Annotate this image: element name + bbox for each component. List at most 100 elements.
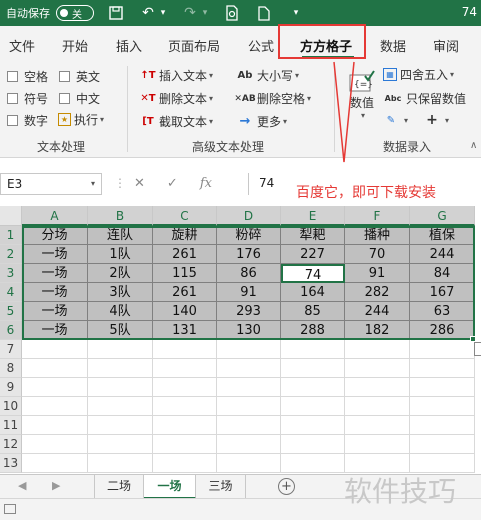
grid-cell[interactable]: [153, 454, 217, 473]
sheet-tab-2[interactable]: 二场: [94, 475, 144, 499]
checkbox-number[interactable]: 数字: [7, 112, 48, 129]
grid-cell[interactable]: 4队: [88, 302, 153, 321]
grid-cell[interactable]: [410, 340, 475, 359]
grid-cell[interactable]: 1队: [88, 245, 153, 264]
column-header-e[interactable]: E: [281, 206, 345, 226]
row-header[interactable]: 9: [0, 378, 22, 397]
new-file-icon[interactable]: [254, 3, 274, 23]
grid-cell[interactable]: [345, 340, 410, 359]
row-header[interactable]: 7: [0, 340, 22, 359]
row-header[interactable]: 2: [0, 245, 22, 264]
sheet-tab-1[interactable]: 一场: [144, 475, 196, 499]
column-header-g[interactable]: G: [410, 206, 475, 226]
add-sheet-icon[interactable]: +: [278, 478, 295, 495]
enter-icon[interactable]: ✓: [167, 176, 178, 191]
grid-cell[interactable]: 粉碎: [217, 226, 281, 245]
row-header[interactable]: 12: [0, 435, 22, 454]
grid-cell[interactable]: 115: [153, 264, 217, 283]
execute-button[interactable]: ★ 执行 ▾: [58, 111, 104, 128]
grid-cell[interactable]: 一场: [22, 302, 88, 321]
column-header-f[interactable]: F: [345, 206, 410, 226]
grid-cell[interactable]: 261: [153, 283, 217, 302]
grid-cell[interactable]: [88, 454, 153, 473]
grid-cell[interactable]: [217, 397, 281, 416]
extract-text-button[interactable]: [T 截取文本 ▾: [140, 113, 213, 130]
case-button[interactable]: Ab 大小写 ▾: [236, 67, 299, 84]
grid-cell[interactable]: 84: [410, 264, 475, 283]
tab-page-layout[interactable]: 页面布局: [168, 36, 220, 55]
customize-toolbar-icon[interactable]: ▾: [286, 3, 306, 23]
grid-cell[interactable]: 293: [217, 302, 281, 321]
grid-cell[interactable]: 63: [410, 302, 475, 321]
checkbox-english[interactable]: 英文: [59, 68, 100, 85]
grid-cell[interactable]: 一场: [22, 321, 88, 340]
grid-cell[interactable]: [88, 378, 153, 397]
insert-text-button[interactable]: ↑T 插入文本 ▾: [140, 67, 213, 84]
grid-cell[interactable]: [88, 359, 153, 378]
grid-cell[interactable]: [410, 378, 475, 397]
cancel-icon[interactable]: ✕: [134, 176, 145, 191]
grid-cell[interactable]: [88, 397, 153, 416]
grid-cell[interactable]: [345, 435, 410, 454]
grid-cell[interactable]: [217, 340, 281, 359]
grid-cell[interactable]: [410, 416, 475, 435]
grid-cell[interactable]: 85: [281, 302, 345, 321]
active-cell[interactable]: 74: [281, 264, 345, 283]
grid-cell[interactable]: [410, 435, 475, 454]
grid-cell[interactable]: [410, 359, 475, 378]
redo-dropdown-icon[interactable]: ▾: [200, 3, 210, 23]
keep-values-button[interactable]: Abc 只保留数值: [383, 90, 466, 107]
save-icon[interactable]: [106, 3, 126, 23]
grid-cell[interactable]: 91: [345, 264, 410, 283]
row-header[interactable]: 13: [0, 454, 22, 473]
grid-cell[interactable]: [22, 416, 88, 435]
autosave-toggle[interactable]: 关: [56, 5, 94, 21]
row-header[interactable]: 1: [0, 226, 22, 245]
grid-cell[interactable]: [88, 340, 153, 359]
row-header[interactable]: 6: [0, 321, 22, 340]
tab-file[interactable]: 文件: [9, 36, 35, 55]
undo-dropdown-icon[interactable]: ▾: [158, 3, 168, 23]
name-box[interactable]: E3 ▾: [0, 173, 102, 195]
grid-cell[interactable]: [281, 435, 345, 454]
sheet-tab-3[interactable]: 三场: [196, 475, 246, 499]
grid-cell[interactable]: 5队: [88, 321, 153, 340]
grid-cell[interactable]: [345, 359, 410, 378]
grid-cell[interactable]: 140: [153, 302, 217, 321]
grid-cell[interactable]: [153, 340, 217, 359]
grid-cell[interactable]: 288: [281, 321, 345, 340]
grid-cell[interactable]: 244: [345, 302, 410, 321]
grid-cell[interactable]: [217, 435, 281, 454]
checkbox-space[interactable]: 空格: [7, 68, 48, 85]
grid-cell[interactable]: [281, 359, 345, 378]
grid-cell[interactable]: [153, 435, 217, 454]
grid-cell[interactable]: 164: [281, 283, 345, 302]
grid-cell[interactable]: [88, 435, 153, 454]
quick-analysis-icon[interactable]: [474, 342, 481, 356]
grid-cell[interactable]: 一场: [22, 283, 88, 302]
grid-cell[interactable]: [88, 416, 153, 435]
row-header[interactable]: 8: [0, 359, 22, 378]
grid-cell[interactable]: 282: [345, 283, 410, 302]
grid-cell[interactable]: 旋耕: [153, 226, 217, 245]
round-button[interactable]: ▦ 四舍五入 ▾: [383, 66, 454, 83]
grid-cell[interactable]: [22, 397, 88, 416]
grid-cell[interactable]: 犁耙: [281, 226, 345, 245]
tab-insert[interactable]: 插入: [116, 36, 142, 55]
row-header[interactable]: 10: [0, 397, 22, 416]
grid-cell[interactable]: 2队: [88, 264, 153, 283]
scroll-left-icon[interactable]: ◀: [18, 479, 26, 492]
grid-cell[interactable]: 167: [410, 283, 475, 302]
grid-cell[interactable]: [217, 359, 281, 378]
grid-cell[interactable]: [345, 378, 410, 397]
more-button[interactable]: → 更多 ▾: [236, 113, 287, 130]
grid-cell[interactable]: [153, 378, 217, 397]
tab-data[interactable]: 数据: [380, 36, 406, 55]
grid-cell[interactable]: 182: [345, 321, 410, 340]
collapse-ribbon-icon[interactable]: ∧: [470, 140, 477, 151]
grid-cell[interactable]: 244: [410, 245, 475, 264]
grid-cell[interactable]: [217, 416, 281, 435]
tab-home[interactable]: 开始: [62, 36, 88, 55]
column-header-d[interactable]: D: [217, 206, 281, 226]
grid-cell[interactable]: [281, 397, 345, 416]
